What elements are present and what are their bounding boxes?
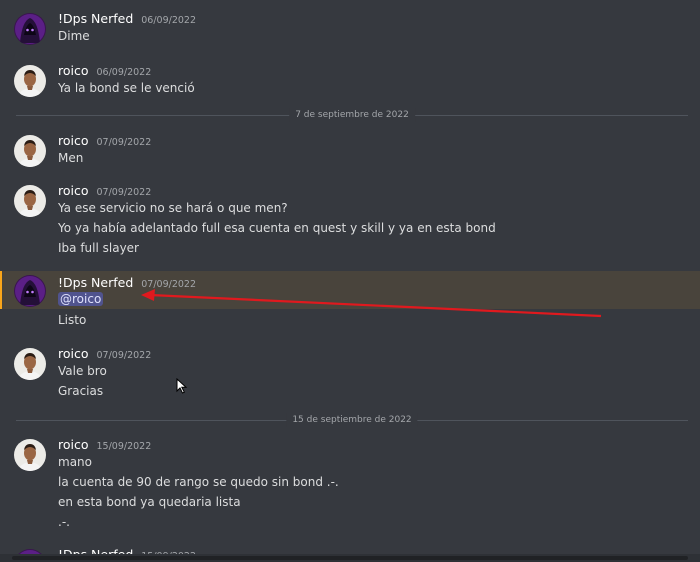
username[interactable]: roico — [58, 346, 89, 361]
timestamp: 07/09/2022 — [96, 350, 152, 361]
user-avatar[interactable] — [14, 439, 46, 471]
hooded-figure-icon — [14, 13, 46, 45]
timestamp: 07/09/2022 — [96, 137, 152, 148]
timestamp: 07/09/2022 — [141, 279, 197, 290]
chat-message: !Dps Nerfed 06/09/2022 Dime — [0, 11, 700, 47]
timestamp: 07/09/2022 — [96, 187, 152, 198]
message-text: .-. — [58, 515, 70, 529]
chat-message: roico 06/09/2022 Ya la bond se le venció — [0, 63, 700, 99]
man-portrait-icon — [14, 65, 46, 97]
mouse-cursor-icon — [176, 378, 188, 394]
timestamp: 06/09/2022 — [141, 15, 197, 26]
message-text: Gracias — [58, 384, 104, 398]
user-avatar[interactable] — [14, 65, 46, 97]
username[interactable]: roico — [58, 63, 89, 78]
user-mention[interactable]: @roico — [58, 292, 104, 306]
message-text: Iba full slayer — [58, 241, 139, 255]
username[interactable]: !Dps Nerfed — [58, 275, 133, 290]
username[interactable]: roico — [58, 133, 89, 148]
message-text: Yo ya había adelantado full esa cuenta e… — [58, 221, 496, 235]
timestamp: 15/09/2022 — [96, 441, 152, 452]
man-portrait-icon — [14, 439, 46, 471]
user-avatar[interactable] — [14, 185, 46, 217]
man-portrait-icon — [14, 348, 46, 380]
message-text: en esta bond ya quedaria lista — [58, 495, 241, 509]
date-divider: 15 de septiembre de 2022 — [16, 413, 688, 427]
message-text: mano — [58, 455, 92, 469]
horizontal-scrollbar[interactable] — [0, 554, 700, 562]
chat-message: roico 15/09/2022 mano la cuenta de 90 de… — [0, 437, 700, 533]
message-text: Men — [58, 151, 84, 165]
hooded-figure-icon — [14, 275, 46, 307]
chat-message: roico 07/09/2022 Men — [0, 133, 700, 169]
user-avatar[interactable] — [14, 275, 46, 307]
username[interactable]: !Dps Nerfed — [58, 11, 133, 26]
chat-message-highlighted: !Dps Nerfed 07/09/2022 @roico — [0, 271, 700, 309]
date-divider-label: 15 de septiembre de 2022 — [286, 413, 418, 427]
date-divider: 7 de septiembre de 2022 — [16, 108, 688, 122]
user-avatar[interactable] — [14, 348, 46, 380]
scrollbar-thumb[interactable] — [12, 556, 688, 560]
user-avatar[interactable] — [14, 13, 46, 45]
user-avatar[interactable] — [14, 135, 46, 167]
username[interactable]: roico — [58, 183, 89, 198]
username[interactable]: roico — [58, 437, 89, 452]
message-text: Vale bro — [58, 364, 107, 378]
date-divider-label: 7 de septiembre de 2022 — [289, 108, 415, 122]
message-text: Listo — [58, 313, 87, 327]
chat-message-list[interactable]: !Dps Nerfed 06/09/2022 Dime roico 06/09/… — [0, 0, 700, 562]
message-text: Dime — [58, 29, 90, 43]
message-text: @roico — [58, 291, 104, 307]
message-text: Ya la bond se le venció — [58, 81, 195, 95]
message-text: Ya ese servicio no se hará o que men? — [58, 201, 288, 215]
man-portrait-icon — [14, 185, 46, 217]
man-portrait-icon — [14, 135, 46, 167]
chat-message: roico 07/09/2022 Vale bro Gracias — [0, 346, 700, 402]
chat-message: roico 07/09/2022 Ya ese servicio no se h… — [0, 183, 700, 259]
message-text: la cuenta de 90 de rango se quedo sin bo… — [58, 475, 339, 489]
timestamp: 06/09/2022 — [96, 67, 152, 78]
